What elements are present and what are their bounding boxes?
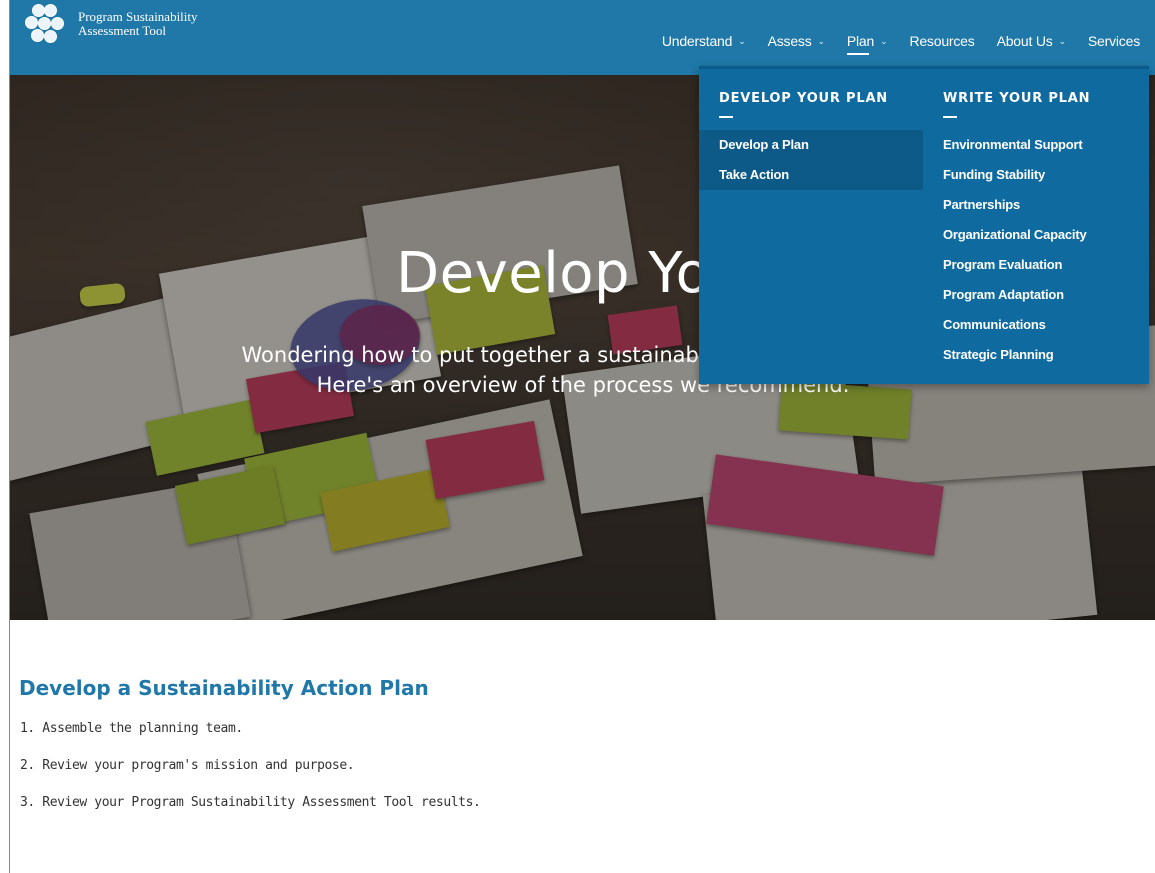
nav-about-us-label: About Us xyxy=(996,33,1053,49)
write-your-plan-links: Environmental Support Funding Stability … xyxy=(923,130,1149,370)
menu-link-take-action[interactable]: Take Action xyxy=(699,160,923,190)
nav-plan[interactable]: Plan ⌄ xyxy=(846,33,888,55)
chevron-down-icon: ⌄ xyxy=(738,35,746,46)
menu-link-program-evaluation[interactable]: Program Evaluation xyxy=(923,250,1149,280)
chevron-down-icon: ⌄ xyxy=(817,35,826,46)
menu-link-communications[interactable]: Communications xyxy=(923,310,1149,340)
plan-mega-menu: DEVELOP YOUR PLAN Develop a Plan Take Ac… xyxy=(699,66,1149,384)
develop-your-plan-links: Develop a Plan Take Action xyxy=(699,130,923,190)
menu-link-program-adaptation[interactable]: Program Adaptation xyxy=(923,280,1149,310)
nav-services[interactable]: Services xyxy=(1088,33,1140,49)
page-frame: Program Sustainability Assessment Tool U… xyxy=(9,0,1155,873)
nav-about-us[interactable]: About Us ⌄ xyxy=(996,33,1067,49)
write-your-plan-column: WRITE YOUR PLAN Environmental Support Fu… xyxy=(923,69,1149,384)
nav-understand-label: Understand xyxy=(661,33,733,49)
logo-text: Program Sustainability Assessment Tool xyxy=(78,10,198,38)
develop-your-plan-column: DEVELOP YOUR PLAN Develop a Plan Take Ac… xyxy=(699,69,923,384)
nav-services-label: Services xyxy=(1087,33,1140,49)
list-item: 2. Review your program's mission and pur… xyxy=(20,758,355,773)
develop-your-plan-heading: DEVELOP YOUR PLAN xyxy=(719,91,888,106)
menu-link-organizational-capacity[interactable]: Organizational Capacity xyxy=(923,220,1149,250)
nav-assess-label: Assess xyxy=(767,33,812,49)
write-your-plan-heading: WRITE YOUR PLAN xyxy=(943,91,1091,106)
chevron-down-icon: ⌄ xyxy=(1058,35,1067,46)
heading-underline xyxy=(943,116,957,118)
list-item: 3. Review your Program Sustainability As… xyxy=(20,795,481,810)
logo-line-1: Program Sustainability xyxy=(78,9,198,24)
nav-assess[interactable]: Assess ⌄ xyxy=(768,33,825,49)
heading-underline xyxy=(719,116,733,118)
logo-circles-icon xyxy=(22,4,74,56)
list-item: 1. Assemble the planning team. xyxy=(20,721,243,736)
menu-link-strategic-planning[interactable]: Strategic Planning xyxy=(923,340,1149,370)
site-logo[interactable]: Program Sustainability Assessment Tool xyxy=(22,4,198,56)
nav-plan-label: Plan xyxy=(846,33,875,49)
menu-link-environmental-support[interactable]: Environmental Support xyxy=(923,130,1149,160)
nav-understand[interactable]: Understand ⌄ xyxy=(662,33,746,49)
steps-list: 1. Assemble the planning team. 2. Review… xyxy=(20,721,481,832)
menu-link-funding-stability[interactable]: Funding Stability xyxy=(923,160,1149,190)
site-header: Program Sustainability Assessment Tool U… xyxy=(10,0,1155,75)
menu-link-develop-a-plan[interactable]: Develop a Plan xyxy=(699,130,923,160)
logo-line-2: Assessment Tool xyxy=(78,23,167,38)
main-nav: Understand ⌄ Assess ⌄ Plan ⌄ Resources A… xyxy=(662,31,1155,55)
nav-resources[interactable]: Resources xyxy=(909,33,974,49)
menu-link-partnerships[interactable]: Partnerships xyxy=(923,190,1149,220)
section-title: Develop a Sustainability Action Plan xyxy=(19,676,429,700)
nav-resources-label: Resources xyxy=(909,33,975,49)
chevron-down-icon: ⌄ xyxy=(880,35,888,46)
main-content: Develop a Sustainability Action Plan 1. … xyxy=(10,620,1155,873)
